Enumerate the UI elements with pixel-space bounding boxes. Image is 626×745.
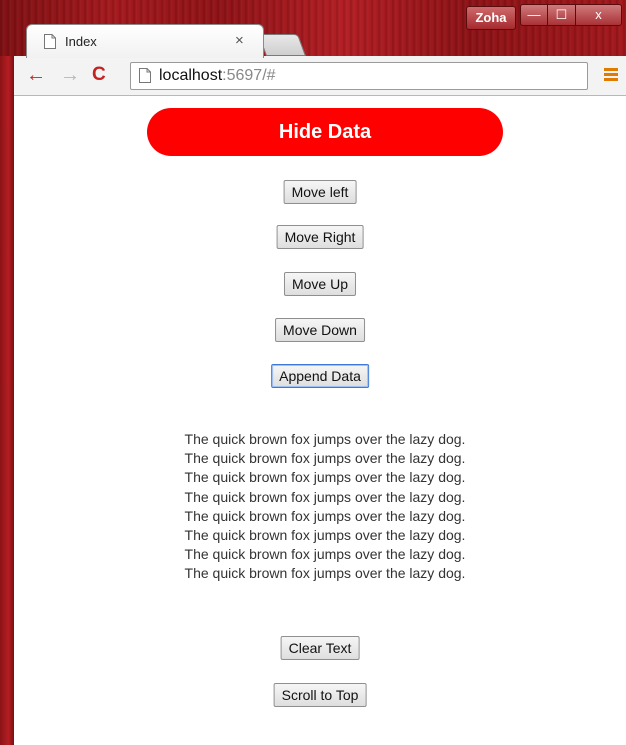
browser-window: Zoha — ☐ x Index × ← → C localhost:5697/… xyxy=(0,0,626,745)
window-controls: — ☐ x xyxy=(520,4,622,26)
clear-text-button[interactable]: Clear Text xyxy=(280,636,360,660)
back-arrow-icon[interactable]: ← xyxy=(26,64,46,86)
minimize-button[interactable]: — xyxy=(520,4,548,26)
page-content: Hide Data Move left Move Right Move Up M… xyxy=(14,96,626,745)
scroll-to-top-button[interactable]: Scroll to Top xyxy=(273,683,367,707)
move-left-button[interactable]: Move left xyxy=(283,180,357,204)
reload-icon[interactable]: C xyxy=(92,64,106,86)
text-line: The quick brown fox jumps over the lazy … xyxy=(184,431,466,447)
move-up-button[interactable]: Move Up xyxy=(283,272,357,296)
move-right-button[interactable]: Move Right xyxy=(276,225,364,249)
text-line: The quick brown fox jumps over the lazy … xyxy=(184,526,466,543)
url-port-path: :5697/# xyxy=(222,67,276,84)
forward-arrow-icon[interactable]: → xyxy=(60,64,80,86)
url-text: localhost:5697/# xyxy=(159,67,276,85)
page-icon xyxy=(44,34,56,49)
append-data-button[interactable]: Append Data xyxy=(271,364,369,388)
hide-data-button[interactable]: Hide Data xyxy=(147,108,503,156)
address-bar[interactable]: localhost:5697/# ☆ xyxy=(130,62,588,90)
text-block: The quick brown fox jumps over the lazy … xyxy=(14,430,626,584)
tab-close-icon[interactable]: × xyxy=(235,32,244,49)
move-down-button[interactable]: Move Down xyxy=(275,318,365,342)
browser-toolbar: ← → C localhost:5697/# ☆ xyxy=(14,56,626,96)
url-host: localhost xyxy=(159,67,223,84)
maximize-button[interactable]: ☐ xyxy=(548,4,576,26)
text-line: The quick brown fox jumps over the lazy … xyxy=(184,488,466,505)
text-line: The quick brown fox jumps over the lazy … xyxy=(184,565,466,582)
text-line: The quick brown fox jumps over the lazy … xyxy=(184,469,466,486)
text-line: The quick brown fox jumps over the lazy … xyxy=(184,450,466,467)
text-line: The quick brown fox jumps over the lazy … xyxy=(184,507,466,524)
new-tab-button[interactable] xyxy=(257,34,307,56)
close-window-button[interactable]: x xyxy=(576,4,622,26)
text-line: The quick brown fox jumps over the lazy … xyxy=(184,546,466,563)
tab-index[interactable]: Index × xyxy=(26,24,264,58)
page-icon xyxy=(139,68,151,83)
tab-title: Index xyxy=(65,34,97,49)
profile-user-badge[interactable]: Zoha xyxy=(466,6,516,30)
hamburger-menu-icon[interactable] xyxy=(604,68,618,83)
window-left-border xyxy=(0,56,14,745)
